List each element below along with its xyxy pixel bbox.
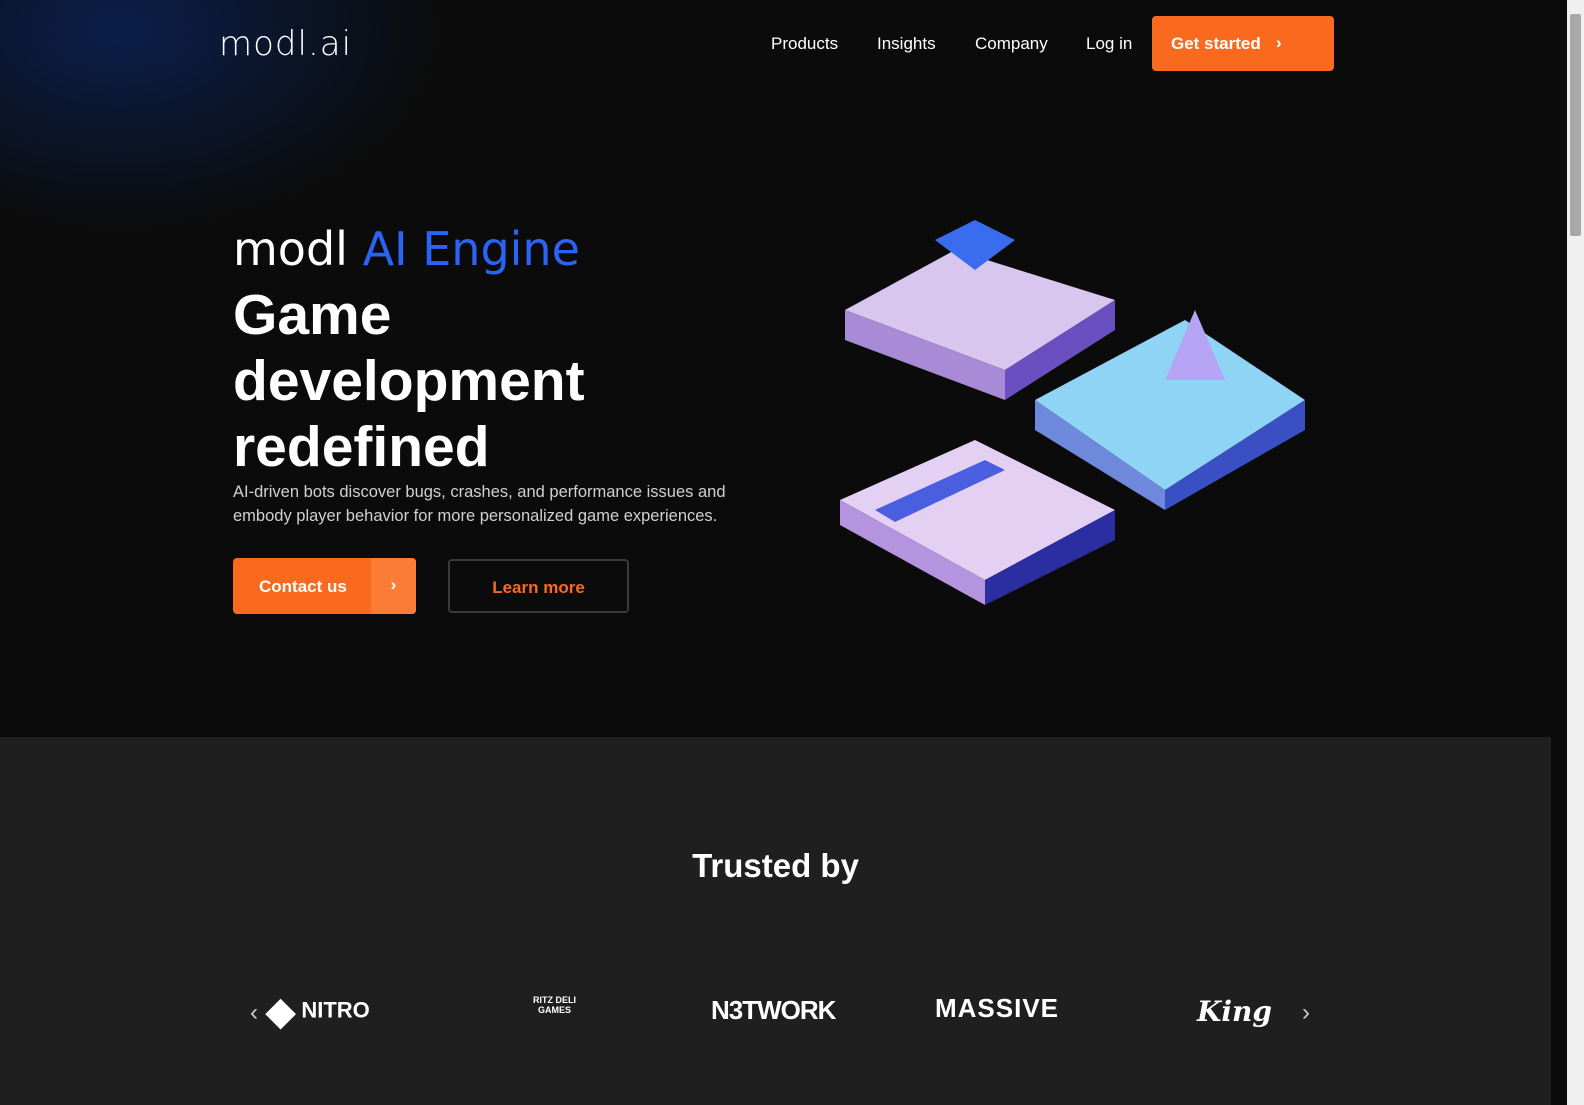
carousel-prev-icon[interactable]: ‹ [250, 999, 258, 1027]
nav-insights[interactable]: Insights [877, 34, 936, 54]
get-started-button[interactable]: Get started › [1152, 16, 1334, 71]
hero-subtitle: AI-driven bots discover bugs, crashes, a… [233, 483, 726, 525]
scrollbar[interactable] [1567, 0, 1584, 1105]
kicker-prefix: modl [233, 222, 348, 276]
nav-login[interactable]: Log in [1086, 34, 1132, 54]
trusted-title: Trusted by [692, 847, 859, 884]
contact-us-button[interactable]: Contact us › [233, 558, 416, 614]
logo-king: King [1197, 995, 1272, 1028]
carousel-next-icon[interactable]: › [1302, 999, 1310, 1027]
hero-section: modl.ai Products Insights Company Log in… [0, 0, 1551, 737]
chevron-right-icon: › [371, 558, 416, 614]
isometric-game-worlds-illustration [840, 220, 1305, 605]
page-title: Game development redefined [233, 283, 585, 479]
hero-kicker: modl AI Engine [233, 222, 580, 276]
scrollbar-thumb[interactable] [1570, 14, 1581, 236]
trusted-by-section: Trusted by ‹ ◆ NITRO RITZ DELI GAMES N3T… [0, 737, 1551, 1105]
logo-massive: MASSIVE [935, 993, 1060, 1023]
nav-products[interactable]: Products [771, 34, 838, 54]
nav-company[interactable]: Company [975, 34, 1048, 54]
logo-nitro: ◆ NITRO [266, 991, 370, 1033]
contact-label: Contact us [259, 577, 347, 596]
kicker-accent: AI Engine [362, 222, 580, 276]
logo-n3twork: N3TWORK [711, 995, 836, 1025]
learn-more-button[interactable]: Learn more [448, 559, 629, 613]
chevron-right-icon: › [1276, 33, 1282, 52]
get-started-label: Get started [1171, 34, 1261, 53]
logo-ritz: RITZ DELI GAMES [533, 995, 576, 1015]
logo[interactable]: modl.ai [219, 24, 352, 64]
